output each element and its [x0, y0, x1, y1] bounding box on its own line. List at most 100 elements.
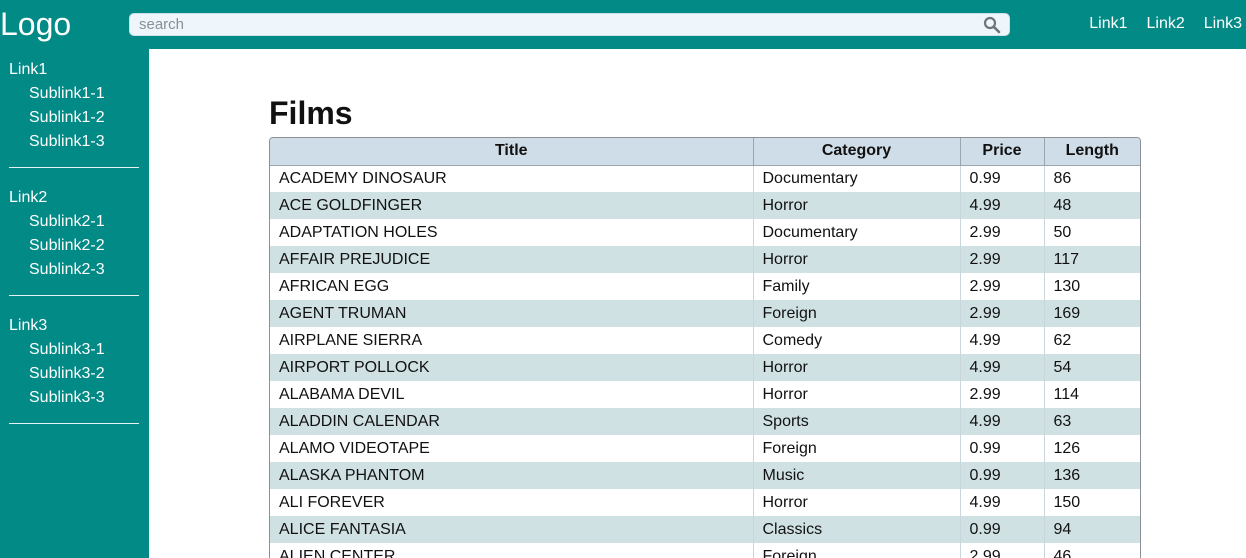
cell-title: ACE GOLDFINGER — [270, 192, 754, 219]
search-icon[interactable] — [983, 16, 1001, 34]
cell-price: 2.99 — [960, 381, 1045, 408]
cell-title: ALICE FANTASIA — [270, 516, 754, 543]
table-row[interactable]: ACADEMY DINOSAUR Documentary 0.99 86 — [270, 165, 1140, 192]
cell-title: ALAMO VIDEOTAPE — [270, 435, 754, 462]
table-row[interactable]: AGENT TRUMAN Foreign 2.99 169 — [270, 300, 1140, 327]
sidebar-subitem-3-3[interactable]: Sublink3-3 — [9, 387, 139, 411]
top-nav-link-3[interactable]: Link3 — [1204, 13, 1242, 35]
cell-title: AIRPORT POLLOCK — [270, 354, 754, 381]
top-bar: Logo Link1 Link2 Link3 — [0, 0, 1246, 49]
cell-length: 126 — [1044, 435, 1140, 462]
cell-length: 117 — [1044, 246, 1140, 273]
cell-length: 62 — [1044, 327, 1140, 354]
cell-category: Music — [753, 462, 961, 489]
cell-price: 4.99 — [960, 192, 1045, 219]
sidebar-item-link3[interactable]: Link3 — [9, 315, 139, 339]
cell-title: ALASKA PHANTOM — [270, 462, 754, 489]
table-row[interactable]: ALAMO VIDEOTAPE Foreign 0.99 126 — [270, 435, 1140, 462]
cell-category: Horror — [753, 192, 961, 219]
table-row[interactable]: ALADDIN CALENDAR Sports 4.99 63 — [270, 408, 1140, 435]
cell-category: Documentary — [753, 165, 961, 192]
cell-price: 0.99 — [960, 462, 1045, 489]
table-row[interactable]: ALIEN CENTER Foreign 2.99 46 — [270, 543, 1140, 558]
search-input[interactable] — [139, 14, 969, 35]
sidebar-subitem-3-1[interactable]: Sublink3-1 — [9, 339, 139, 363]
cell-price: 0.99 — [960, 516, 1045, 543]
top-nav: Link1 Link2 Link3 — [1089, 13, 1242, 35]
sidebar-item-link1[interactable]: Link1 — [9, 59, 139, 83]
cell-length: 94 — [1044, 516, 1140, 543]
column-header-category[interactable]: Category — [753, 138, 961, 166]
column-header-price[interactable]: Price — [960, 138, 1045, 166]
cell-price: 4.99 — [960, 489, 1045, 516]
sidebar-subitem-1-3[interactable]: Sublink1-3 — [9, 131, 139, 155]
cell-length: 54 — [1044, 354, 1140, 381]
logo[interactable]: Logo — [0, 4, 71, 44]
search-box[interactable] — [129, 13, 1010, 36]
cell-price: 2.99 — [960, 246, 1045, 273]
cell-category: Foreign — [753, 543, 961, 558]
cell-title: AGENT TRUMAN — [270, 300, 754, 327]
table-row[interactable]: ALICE FANTASIA Classics 0.99 94 — [270, 516, 1140, 543]
page-title: Films — [269, 95, 353, 131]
sidebar-subitem-2-3[interactable]: Sublink2-3 — [9, 259, 139, 283]
table-body: ACADEMY DINOSAUR Documentary 0.99 86 ACE GOL… — [270, 165, 1140, 558]
cell-category: Foreign — [753, 300, 961, 327]
sidebar-subitem-1-1[interactable]: Sublink1-1 — [9, 83, 139, 107]
cell-category: Comedy — [753, 327, 961, 354]
table-row[interactable]: AIRPORT POLLOCK Horror 4.99 54 — [270, 354, 1140, 381]
sidebar-subitem-2-2[interactable]: Sublink2-2 — [9, 235, 139, 259]
table-row[interactable]: ALABAMA DEVIL Horror 2.99 114 — [270, 381, 1140, 408]
cell-price: 4.99 — [960, 354, 1045, 381]
column-header-length[interactable]: Length — [1044, 138, 1140, 166]
cell-price: 2.99 — [960, 543, 1045, 558]
sidebar-subitem-3-2[interactable]: Sublink3-2 — [9, 363, 139, 387]
cell-title: ALABAMA DEVIL — [270, 381, 754, 408]
cell-title: ALI FOREVER — [270, 489, 754, 516]
table-row[interactable]: ADAPTATION HOLES Documentary 2.99 50 — [270, 219, 1140, 246]
sidebar-group-1: Link1 Sublink1-1 Sublink1-2 Sublink1-3 — [9, 59, 139, 168]
sidebar-group-3: Link3 Sublink3-1 Sublink3-2 Sublink3-3 — [9, 315, 139, 424]
films-table: Title Category Price Length ACADEMY DINO… — [270, 138, 1140, 558]
sidebar-subitem-2-1[interactable]: Sublink2-1 — [9, 211, 139, 235]
cell-category: Sports — [753, 408, 961, 435]
cell-price: 0.99 — [960, 165, 1045, 192]
cell-price: 4.99 — [960, 408, 1045, 435]
cell-length: 46 — [1044, 543, 1140, 558]
cell-title: ACADEMY DINOSAUR — [270, 165, 754, 192]
cell-title: ALADDIN CALENDAR — [270, 408, 754, 435]
sidebar-item-link2[interactable]: Link2 — [9, 187, 139, 211]
cell-length: 86 — [1044, 165, 1140, 192]
main-content: Films Title Category Price Length ACADEM… — [149, 49, 1246, 558]
cell-title: ADAPTATION HOLES — [270, 219, 754, 246]
table-row[interactable]: AFRICAN EGG Family 2.99 130 — [270, 273, 1140, 300]
sidebar-group-2: Link2 Sublink2-1 Sublink2-2 Sublink2-3 — [9, 187, 139, 296]
table-row[interactable]: AFFAIR PREJUDICE Horror 2.99 117 — [270, 246, 1140, 273]
column-header-title[interactable]: Title — [270, 138, 754, 166]
cell-length: 130 — [1044, 273, 1140, 300]
cell-category: Horror — [753, 489, 961, 516]
table-row[interactable]: ACE GOLDFINGER Horror 4.99 48 — [270, 192, 1140, 219]
top-nav-link-1[interactable]: Link1 — [1089, 13, 1127, 35]
sidebar-subitem-1-2[interactable]: Sublink1-2 — [9, 107, 139, 131]
cell-title: AFFAIR PREJUDICE — [270, 246, 754, 273]
cell-category: Horror — [753, 354, 961, 381]
films-table-container: Title Category Price Length ACADEMY DINO… — [269, 137, 1141, 558]
cell-price: 2.99 — [960, 273, 1045, 300]
cell-length: 48 — [1044, 192, 1140, 219]
cell-category: Horror — [753, 381, 961, 408]
top-nav-link-2[interactable]: Link2 — [1147, 13, 1185, 35]
cell-category: Family — [753, 273, 961, 300]
sidebar: Link1 Sublink1-1 Sublink1-2 Sublink1-3 L… — [0, 49, 149, 558]
table-row[interactable]: ALASKA PHANTOM Music 0.99 136 — [270, 462, 1140, 489]
cell-length: 114 — [1044, 381, 1140, 408]
table-row[interactable]: ALI FOREVER Horror 4.99 150 — [270, 489, 1140, 516]
table-row[interactable]: AIRPLANE SIERRA Comedy 4.99 62 — [270, 327, 1140, 354]
cell-category: Foreign — [753, 435, 961, 462]
cell-price: 4.99 — [960, 327, 1045, 354]
cell-title: AFRICAN EGG — [270, 273, 754, 300]
cell-price: 2.99 — [960, 219, 1045, 246]
table-header-row: Title Category Price Length — [270, 138, 1140, 166]
cell-price: 2.99 — [960, 300, 1045, 327]
cell-category: Documentary — [753, 219, 961, 246]
